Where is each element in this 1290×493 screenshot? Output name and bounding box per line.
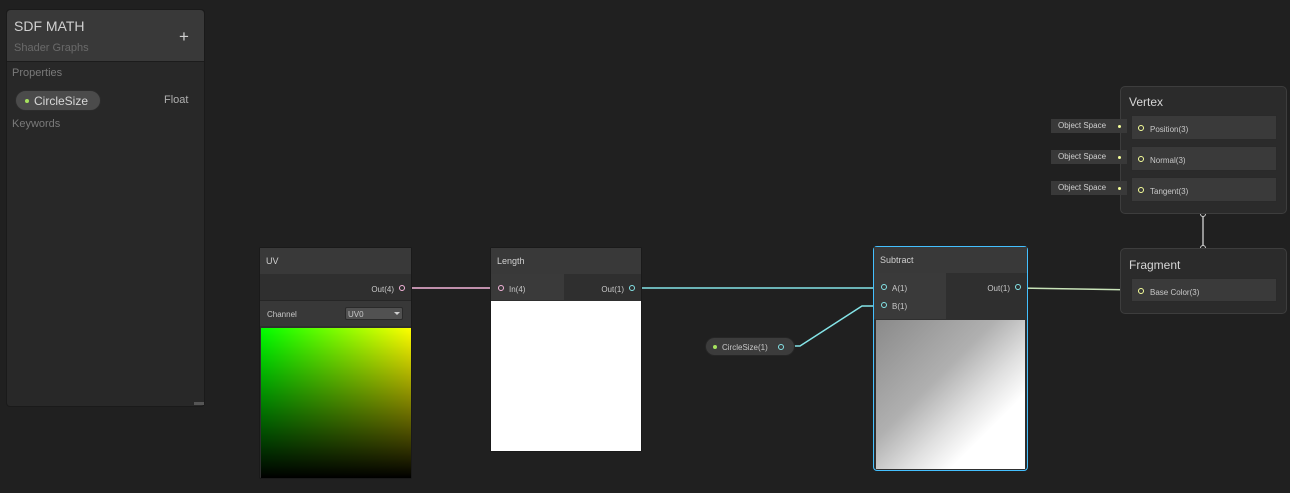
uv-node-header[interactable]: UV xyxy=(260,248,411,274)
uv-node[interactable]: UV Out(4) Channel UV0 xyxy=(259,247,412,479)
normal-space-label: Object Space xyxy=(1058,152,1107,161)
position-space-chip[interactable]: Object Space xyxy=(1051,119,1127,133)
normal-space-chip[interactable]: Object Space xyxy=(1051,150,1127,164)
uv-output-port-icon[interactable] xyxy=(399,285,405,291)
subtract-output-port-icon[interactable] xyxy=(1015,284,1021,290)
uv-node-title: UV xyxy=(266,256,279,266)
property-pill-circlesize[interactable]: CircleSize xyxy=(15,90,101,111)
resize-handle-icon[interactable] xyxy=(194,402,204,405)
base-color-label: Base Color(3) xyxy=(1150,288,1200,297)
subtract-preview-image xyxy=(876,320,1025,469)
subtract-input-a-port-icon[interactable] xyxy=(881,284,887,290)
length-output-label: Out(1) xyxy=(601,285,624,294)
chevron-down-icon xyxy=(394,312,400,315)
vector3-dot-icon xyxy=(1118,125,1121,128)
circlesize-property-node[interactable]: CircleSize(1) xyxy=(705,337,795,356)
position-space-label: Object Space xyxy=(1058,121,1107,130)
length-output-port-icon[interactable] xyxy=(629,285,635,291)
base-color-port-icon[interactable] xyxy=(1138,288,1144,294)
tangent-space-chip[interactable]: Object Space xyxy=(1051,181,1127,195)
properties-section-label[interactable]: Properties xyxy=(12,67,62,79)
normal-label: Normal(3) xyxy=(1150,156,1186,165)
subtract-node[interactable]: Subtract A(1) B(1) Out(1) xyxy=(873,246,1028,471)
vertex-title: Vertex xyxy=(1129,95,1164,109)
position-label: Position(3) xyxy=(1150,125,1189,134)
circlesize-output-port-icon[interactable] xyxy=(778,344,784,350)
block-tangent[interactable]: Tangent(3) xyxy=(1131,177,1277,202)
subtract-output-label: Out(1) xyxy=(987,284,1010,293)
blackboard-panel: SDF MATH Shader Graphs + Properties Circ… xyxy=(6,9,205,407)
property-name: CircleSize xyxy=(34,94,89,108)
add-property-button[interactable]: + xyxy=(179,28,189,46)
length-input-row: In(4) xyxy=(491,274,564,300)
subtract-input-b-label: B(1) xyxy=(892,302,908,311)
block-base-color[interactable]: Base Color(3) xyxy=(1131,278,1277,302)
channel-label: Channel xyxy=(267,310,297,319)
fragment-title: Fragment xyxy=(1129,258,1181,272)
property-type: Float xyxy=(164,94,189,106)
tangent-space-label: Object Space xyxy=(1058,183,1107,192)
subtract-inputs: A(1) B(1) xyxy=(874,273,946,319)
subtract-node-title: Subtract xyxy=(880,255,914,265)
graph-subtitle: Shader Graphs xyxy=(14,42,89,54)
float-type-dot-icon xyxy=(713,345,717,349)
channel-dropdown-value: UV0 xyxy=(348,310,364,319)
fragment-context[interactable]: Fragment Base Color(3) xyxy=(1120,248,1287,314)
subtract-input-b-port-icon[interactable] xyxy=(881,302,887,308)
subtract-output-row: Out(1) xyxy=(946,273,1027,319)
wire-circlesize-to-subtract xyxy=(780,305,884,347)
length-node-header[interactable]: Length xyxy=(491,248,641,274)
channel-dropdown[interactable]: UV0 xyxy=(345,307,403,320)
block-normal[interactable]: Normal(3) xyxy=(1131,146,1277,171)
position-port-icon[interactable] xyxy=(1138,125,1144,131)
graph-title[interactable]: SDF MATH xyxy=(14,18,85,34)
subtract-node-header[interactable]: Subtract xyxy=(874,247,1027,273)
vector3-dot-icon xyxy=(1118,187,1121,190)
vertex-context[interactable]: Vertex Position(3) Normal(3) Tangent(3) xyxy=(1120,86,1287,214)
uv-preview-image xyxy=(261,328,411,478)
float-type-dot-icon xyxy=(25,99,29,103)
length-node-title: Length xyxy=(497,256,525,266)
uv-output-row: Out(4) xyxy=(260,274,411,300)
uv-output-label: Out(4) xyxy=(371,285,394,294)
length-input-port-icon[interactable] xyxy=(498,285,504,291)
normal-port-icon[interactable] xyxy=(1138,156,1144,162)
length-preview-image xyxy=(491,301,641,451)
circlesize-label: CircleSize(1) xyxy=(722,343,768,352)
length-input-label: In(4) xyxy=(509,285,526,294)
keywords-section-label[interactable]: Keywords xyxy=(12,118,60,130)
tangent-port-icon[interactable] xyxy=(1138,187,1144,193)
length-output-row: Out(1) xyxy=(564,274,641,300)
tangent-label: Tangent(3) xyxy=(1150,187,1189,196)
blackboard-header: SDF MATH Shader Graphs + xyxy=(7,10,204,62)
vector3-dot-icon xyxy=(1118,156,1121,159)
length-node[interactable]: Length In(4) Out(1) xyxy=(490,247,642,452)
block-position[interactable]: Position(3) xyxy=(1131,115,1277,140)
uv-preview-overlay xyxy=(261,328,411,478)
channel-row: Channel UV0 xyxy=(260,300,411,326)
subtract-input-a-label: A(1) xyxy=(892,284,908,293)
